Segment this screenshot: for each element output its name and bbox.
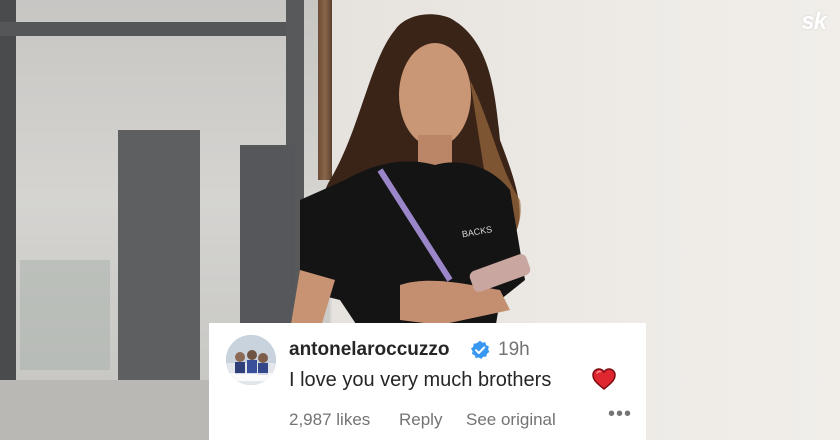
reply-button[interactable]: Reply bbox=[399, 410, 442, 430]
see-original-button[interactable]: See original bbox=[466, 410, 556, 430]
comment-username[interactable]: antonelaroccuzzo bbox=[289, 339, 449, 361]
comment-text: I love you very much brothers bbox=[289, 369, 552, 391]
verified-badge-icon bbox=[471, 340, 490, 359]
heart-emoji-icon bbox=[592, 368, 616, 390]
comment-timestamp: 19h bbox=[498, 339, 530, 360]
avatar-photo-icon bbox=[226, 335, 276, 385]
sportskeeda-logo: sk bbox=[801, 8, 827, 35]
avatar[interactable] bbox=[226, 335, 276, 385]
comment-card: antonelaroccuzzo 19h I love you very muc… bbox=[209, 323, 646, 440]
likes-count[interactable]: 2,987 likes bbox=[289, 410, 370, 430]
more-options-button[interactable]: ••• bbox=[608, 403, 632, 426]
